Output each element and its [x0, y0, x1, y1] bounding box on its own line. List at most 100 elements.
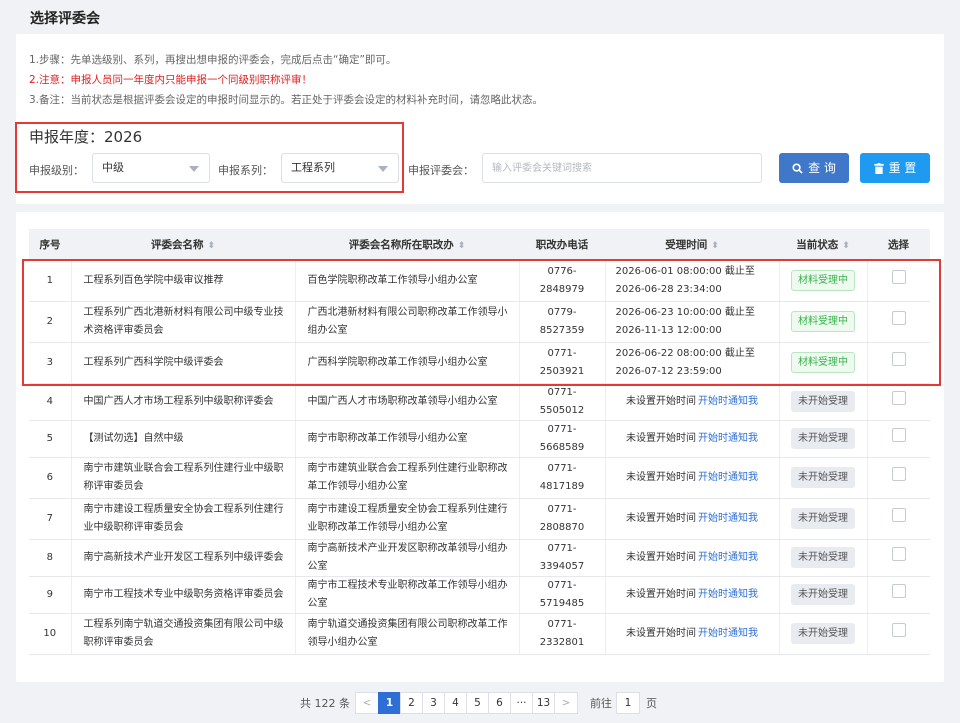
- header-office[interactable]: 评委会名称所在职改办 ⬍: [295, 229, 519, 261]
- query-button[interactable]: 查 询: [779, 153, 849, 183]
- committee-office: 百色学院职称改革工作领导小组办公室: [295, 260, 520, 302]
- time-cell: 2026-06-01 08:00:00 截止至 2026-06-28 23:34…: [605, 260, 780, 302]
- more-pages-button[interactable]: ···: [510, 692, 533, 714]
- header-time[interactable]: 受理时间 ⬍: [605, 229, 779, 261]
- sort-icon: ⬍: [711, 240, 719, 251]
- level-label: 申报级别：: [29, 164, 84, 177]
- page-button[interactable]: 2: [400, 692, 423, 714]
- select-checkbox[interactable]: [891, 547, 906, 561]
- select-checkbox[interactable]: [891, 391, 906, 405]
- page-button[interactable]: 5: [466, 692, 489, 714]
- status-cell: 材料受理中: [779, 342, 868, 384]
- page-button[interactable]: 4: [444, 692, 467, 714]
- notify-me-link[interactable]: 开始时通知我: [698, 433, 758, 444]
- table-row[interactable]: 6 南宁市建筑业联合会工程系列住建行业中级职称评审委员会 南宁市建筑业联合会工程系列…: [29, 457, 930, 499]
- select-cell: [867, 301, 930, 343]
- select-cell: [867, 576, 930, 614]
- status-badge: 材料受理中: [791, 270, 855, 291]
- search-icon: [792, 162, 803, 174]
- select-checkbox[interactable]: [891, 428, 906, 442]
- table-row[interactable]: 5 【测试勿选】自然中级 南宁市职称改革工作领导小组办公室 0771-5668589 未…: [29, 420, 930, 458]
- office-phone: 0771-4817189: [519, 457, 606, 499]
- page-button[interactable]: 6: [488, 692, 511, 714]
- goto-page-input[interactable]: 1: [616, 692, 640, 714]
- committee-name: 南宁市工程技术专业中级职务资格评审委员会: [71, 576, 296, 614]
- committee-office: 南宁高新技术产业开发区职称改革领导小组办公室: [295, 539, 520, 577]
- time-cell: 未设置开始时间 开始时通知我: [605, 613, 780, 655]
- select-checkbox[interactable]: [891, 584, 906, 598]
- status-cell: 未开始受理: [779, 420, 868, 458]
- notify-me-link[interactable]: 开始时通知我: [698, 472, 758, 483]
- chevron-down-icon: [378, 166, 388, 172]
- select-checkbox[interactable]: [891, 623, 906, 637]
- committee-office: 中国广西人才市场职称改革领导小组办公室: [295, 383, 520, 421]
- status-badge: 未开始受理: [791, 467, 855, 488]
- status-cell: 材料受理中: [779, 260, 868, 302]
- notify-me-link[interactable]: 开始时通知我: [698, 396, 758, 407]
- select-cell: [867, 539, 930, 577]
- notify-me-link[interactable]: 开始时通知我: [698, 513, 758, 524]
- office-phone: 0771-2808870: [519, 498, 606, 540]
- row-number: 10: [29, 613, 72, 655]
- page-button[interactable]: 1: [378, 692, 401, 714]
- select-checkbox[interactable]: [891, 270, 906, 284]
- committee-name: 工程系列南宁轨道交通投资集团有限公司中级职称评审委员会: [71, 613, 296, 655]
- select-cell: [867, 420, 930, 458]
- committee-name: 工程系列百色学院中级审议推荐: [71, 260, 296, 302]
- next-page-button[interactable]: >: [554, 692, 578, 714]
- table-row[interactable]: 1 工程系列百色学院中级审议推荐 百色学院职称改革工作领导小组办公室 0776-284…: [29, 260, 930, 302]
- header-name[interactable]: 评委会名称 ⬍: [71, 229, 295, 261]
- time-cell: 未设置开始时间 开始时通知我: [605, 539, 780, 577]
- page-title: 选择评委会: [30, 11, 100, 27]
- series-select[interactable]: 工程系列: [281, 153, 399, 183]
- row-number: 6: [29, 457, 72, 499]
- table-row[interactable]: 10 工程系列南宁轨道交通投资集团有限公司中级职称评审委员会 南宁轨道交通投资集团有…: [29, 613, 930, 655]
- table-header-row: 序号 评委会名称 ⬍ 评委会名称所在职改办 ⬍ 职改办电话 受理时间 ⬍ 当前状态 ⬍ …: [29, 229, 930, 261]
- page-button[interactable]: 3: [422, 692, 445, 714]
- select-checkbox[interactable]: [891, 508, 906, 522]
- chevron-down-icon: [189, 166, 199, 172]
- time-cell: 未设置开始时间 开始时通知我: [605, 498, 780, 540]
- committee-search-input[interactable]: [482, 153, 762, 183]
- reset-button-label: 重 置: [888, 161, 917, 175]
- table-row[interactable]: 4 中国广西人才市场工程系列中级职称评委会 中国广西人才市场职称改革领导小组办公室 0…: [29, 383, 930, 421]
- notify-me-link[interactable]: 开始时通知我: [698, 628, 758, 639]
- series-select-value: 工程系列: [291, 161, 335, 174]
- header-status[interactable]: 当前状态 ⬍: [779, 229, 867, 261]
- page-button[interactable]: 13: [532, 692, 555, 714]
- notify-me-link[interactable]: 开始时通知我: [698, 552, 758, 563]
- pagination: 共 122 条 < 1 2 3 4 5 6 ··· 13 > 前往 1 页: [300, 692, 657, 714]
- select-checkbox[interactable]: [891, 352, 906, 366]
- row-number: 1: [29, 260, 72, 302]
- time-cell: 未设置开始时间 开始时通知我: [605, 383, 780, 421]
- select-cell: [867, 613, 930, 655]
- pagination-total: 共 122 条: [300, 697, 350, 710]
- committee-office: 南宁市建设工程质量安全协会工程系列住建行业职称改革工作领导小组办公室: [295, 498, 520, 540]
- select-checkbox[interactable]: [891, 311, 906, 325]
- header-phone: 职改办电话: [519, 229, 605, 261]
- table-row[interactable]: 9 南宁市工程技术专业中级职务资格评审委员会 南宁市工程技术专业职称改革工作领导小组…: [29, 576, 930, 614]
- committee-name: 工程系列广西科学院中级评委会: [71, 342, 296, 384]
- level-select[interactable]: 中级: [92, 153, 210, 183]
- status-cell: 材料受理中: [779, 301, 868, 343]
- committee-name: 工程系列广西北港新材料有限公司中级专业技术资格评审委员会: [71, 301, 296, 343]
- page-unit-label: 页: [646, 697, 657, 710]
- row-number: 5: [29, 420, 72, 458]
- select-cell: [867, 457, 930, 499]
- header-no: 序号: [29, 229, 71, 261]
- select-checkbox[interactable]: [891, 467, 906, 481]
- table-row[interactable]: 8 南宁高新技术产业开发区工程系列中级评委会 南宁高新技术产业开发区职称改革领导小组…: [29, 539, 930, 577]
- goto-label: 前往: [590, 697, 612, 710]
- table-row[interactable]: 3 工程系列广西科学院中级评委会 广西科学院职称改革工作领导小组办公室 0771-25…: [29, 342, 930, 384]
- level-select-value: 中级: [102, 161, 124, 174]
- status-badge: 未开始受理: [791, 508, 855, 529]
- prev-page-button[interactable]: <: [355, 692, 379, 714]
- trash-icon: [873, 162, 884, 174]
- office-phone: 0771-2503921: [519, 342, 606, 384]
- reset-button[interactable]: 重 置: [860, 153, 930, 183]
- row-number: 4: [29, 383, 72, 421]
- notify-me-link[interactable]: 开始时通知我: [698, 589, 758, 600]
- table-row[interactable]: 2 工程系列广西北港新材料有限公司中级专业技术资格评审委员会 广西北港新材料有限公司…: [29, 301, 930, 343]
- table-row[interactable]: 7 南宁市建设工程质量安全协会工程系列住建行业中级职称评审委员会 南宁市建设工程质量…: [29, 498, 930, 540]
- sort-icon: ⬍: [457, 240, 466, 251]
